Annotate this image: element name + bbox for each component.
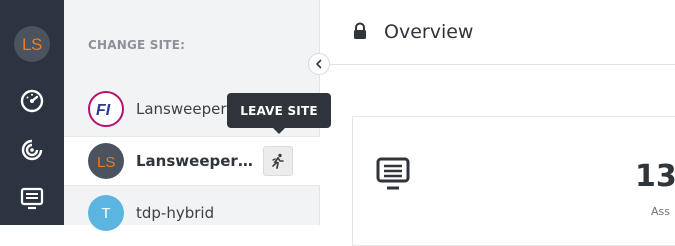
page-header: Overview xyxy=(321,0,675,65)
site-name: Lansweeper xyxy=(136,100,227,118)
site-item-tdp-hybrid[interactable]: T tdp-hybrid xyxy=(64,188,320,238)
site-avatar-t: T xyxy=(88,195,124,231)
svg-text:S: S xyxy=(31,35,42,54)
dashboard-icon[interactable] xyxy=(19,88,45,114)
svg-text:FI: FI xyxy=(96,102,111,119)
assets-icon[interactable] xyxy=(19,186,45,212)
main-nav-rail: L S xyxy=(0,0,64,225)
site-item-lansweeper-l[interactable]: LS Lansweeper L... xyxy=(64,136,320,186)
leave-site-button[interactable] xyxy=(263,146,293,176)
asset-count: 130 xyxy=(635,159,675,194)
running-person-icon xyxy=(272,153,284,169)
page-title: Overview xyxy=(384,21,474,43)
asset-count-label: Ass xyxy=(651,205,670,218)
chevron-left-icon xyxy=(316,59,322,69)
leave-site-tooltip: LEAVE SITE xyxy=(227,93,331,134)
site-avatar-ls: LS xyxy=(88,143,124,179)
site-avatar-fi: FI xyxy=(88,91,124,127)
lock-icon xyxy=(354,22,366,39)
site-name: Lansweeper L... xyxy=(136,152,258,170)
change-site-heading: CHANGE SITE: xyxy=(88,38,186,52)
assets-icon xyxy=(376,157,410,190)
assets-summary-card[interactable]: 130 Ass xyxy=(352,116,675,246)
site-name: tdp-hybrid xyxy=(136,204,215,222)
scan-icon[interactable] xyxy=(19,137,45,163)
collapse-panel-button[interactable] xyxy=(308,53,330,75)
lansweeper-logo[interactable]: L S xyxy=(14,26,50,62)
svg-text:LS: LS xyxy=(97,154,115,171)
